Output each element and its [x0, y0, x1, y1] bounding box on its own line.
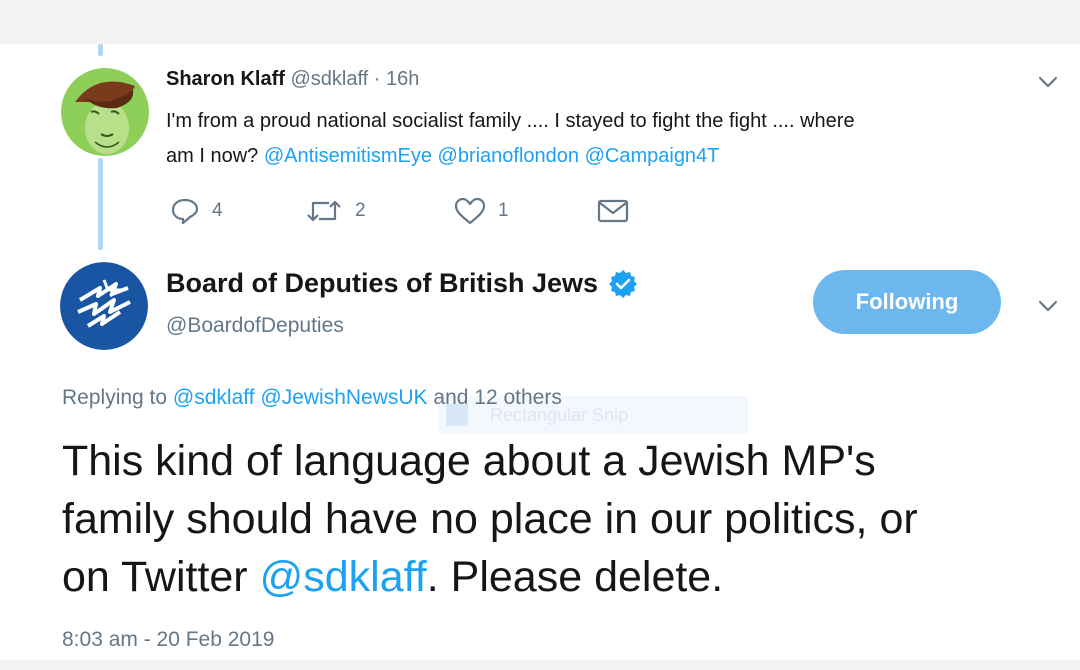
reply-count: 4 [212, 200, 223, 221]
time-separator: · [373, 68, 381, 90]
tweet-body-line: on Twitter @sdklaff. Please delete. [62, 548, 918, 606]
like-count: 1 [498, 200, 509, 221]
tweet-body: This kind of language about a Jewish MP'… [62, 432, 918, 606]
mention-link[interactable]: @sdklaff [260, 553, 427, 601]
thread-line [98, 158, 103, 250]
mention-link[interactable]: @brianoflondon [438, 145, 580, 167]
retweet-button[interactable]: 2 [305, 196, 366, 226]
thread-line-top [98, 44, 103, 56]
replying-to-others[interactable]: and 12 others [433, 386, 561, 409]
cartoon-avatar [61, 68, 149, 156]
tweet-time[interactable]: 16h [386, 68, 419, 90]
account-header: Board of Deputies of British Jews [166, 268, 638, 299]
replying-to: Replying to @sdklaff @JewishNewsUK and 1… [62, 386, 562, 410]
avatar[interactable] [61, 68, 149, 156]
tweet-text: I'm from a proud national socialist fami… [166, 104, 855, 174]
mention-link[interactable]: @AntisemitismEye [264, 145, 432, 167]
chevron-down-icon[interactable] [1034, 296, 1062, 316]
reply-button[interactable]: 4 [170, 196, 223, 226]
replying-to-prefix: Replying to [62, 386, 168, 409]
tweet-body-line: family should have no place in our polit… [62, 495, 918, 543]
tweet-body-fragment: on Twitter [62, 553, 248, 601]
user-handle[interactable]: @sdklaff [290, 68, 368, 90]
retweet-icon [307, 200, 341, 222]
tweet-header: Sharon Klaff @sdklaff · 16h [166, 68, 419, 91]
tweet-text-fragment: am I now? [166, 145, 259, 167]
retweet-count: 2 [355, 200, 366, 221]
user-handle[interactable]: @BoardofDeputies [166, 314, 344, 338]
direct-message-button[interactable] [597, 196, 629, 226]
following-button[interactable]: Following [813, 270, 1001, 334]
board-of-deputies-logo [60, 262, 148, 350]
tweet-body-fragment: . Please delete. [426, 553, 724, 601]
heart-icon [454, 197, 486, 225]
display-name[interactable]: Board of Deputies of British Jews [166, 268, 598, 299]
tweet-text-line: am I now? @AntisemitismEye @brianoflondo… [166, 139, 855, 174]
verified-badge-icon [609, 269, 638, 298]
reply-icon [171, 198, 199, 225]
avatar[interactable] [60, 262, 148, 350]
like-button[interactable]: 1 [454, 196, 509, 226]
tweet-text-line: I'm from a proud national socialist fami… [166, 110, 855, 132]
mention-link[interactable]: @Campaign4T [585, 145, 720, 167]
envelope-icon [597, 199, 629, 223]
tweet-timestamp[interactable]: 8:03 am - 20 Feb 2019 [62, 628, 274, 652]
replying-to-mentions[interactable]: @sdklaff @JewishNewsUK [173, 386, 428, 409]
display-name[interactable]: Sharon Klaff [166, 68, 285, 90]
chevron-down-icon[interactable] [1034, 72, 1062, 92]
tweet-body-line: This kind of language about a Jewish MP'… [62, 437, 876, 485]
